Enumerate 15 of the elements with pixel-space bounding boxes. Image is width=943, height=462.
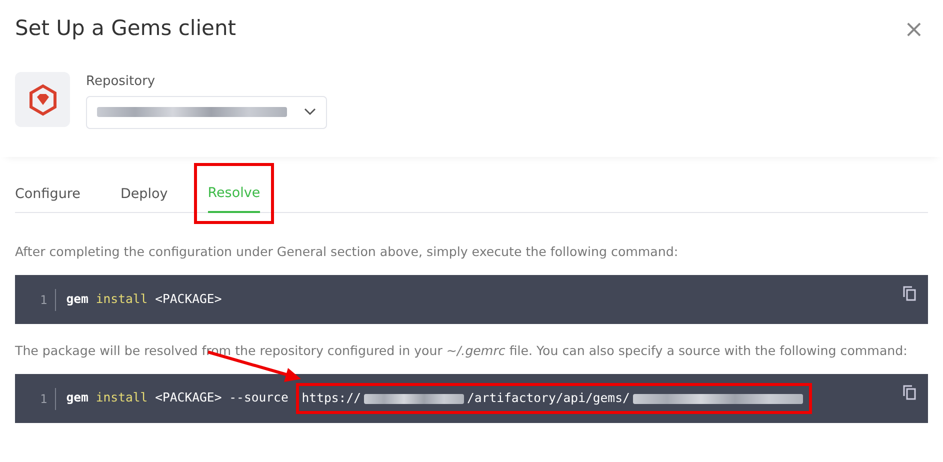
close-button[interactable]: × [900,16,928,41]
copy-icon[interactable] [903,385,916,400]
code-line: gem install <PACKAGE> --source https:// /artifactory/api/gems/ [56,387,808,410]
tab[interactable]: Deploy [120,179,168,212]
tab[interactable]: Configure [15,179,80,212]
code-line: gem install <PACKAGE> [65,291,222,308]
instruction-text: After completing the configuration under General section above, simply execute the following command: [15,243,680,262]
gem-icon [15,72,70,128]
line-number: 1 [40,288,56,311]
dialog-title: Set Up a Gems client [15,16,236,42]
chevron-icon [304,108,316,116]
repository-label: Repository [86,73,156,92]
highlight-box: https:// /artifactory/api/gems/ [300,387,808,410]
copy-icon[interactable] [903,286,916,302]
line-number: 1 [40,388,56,410]
